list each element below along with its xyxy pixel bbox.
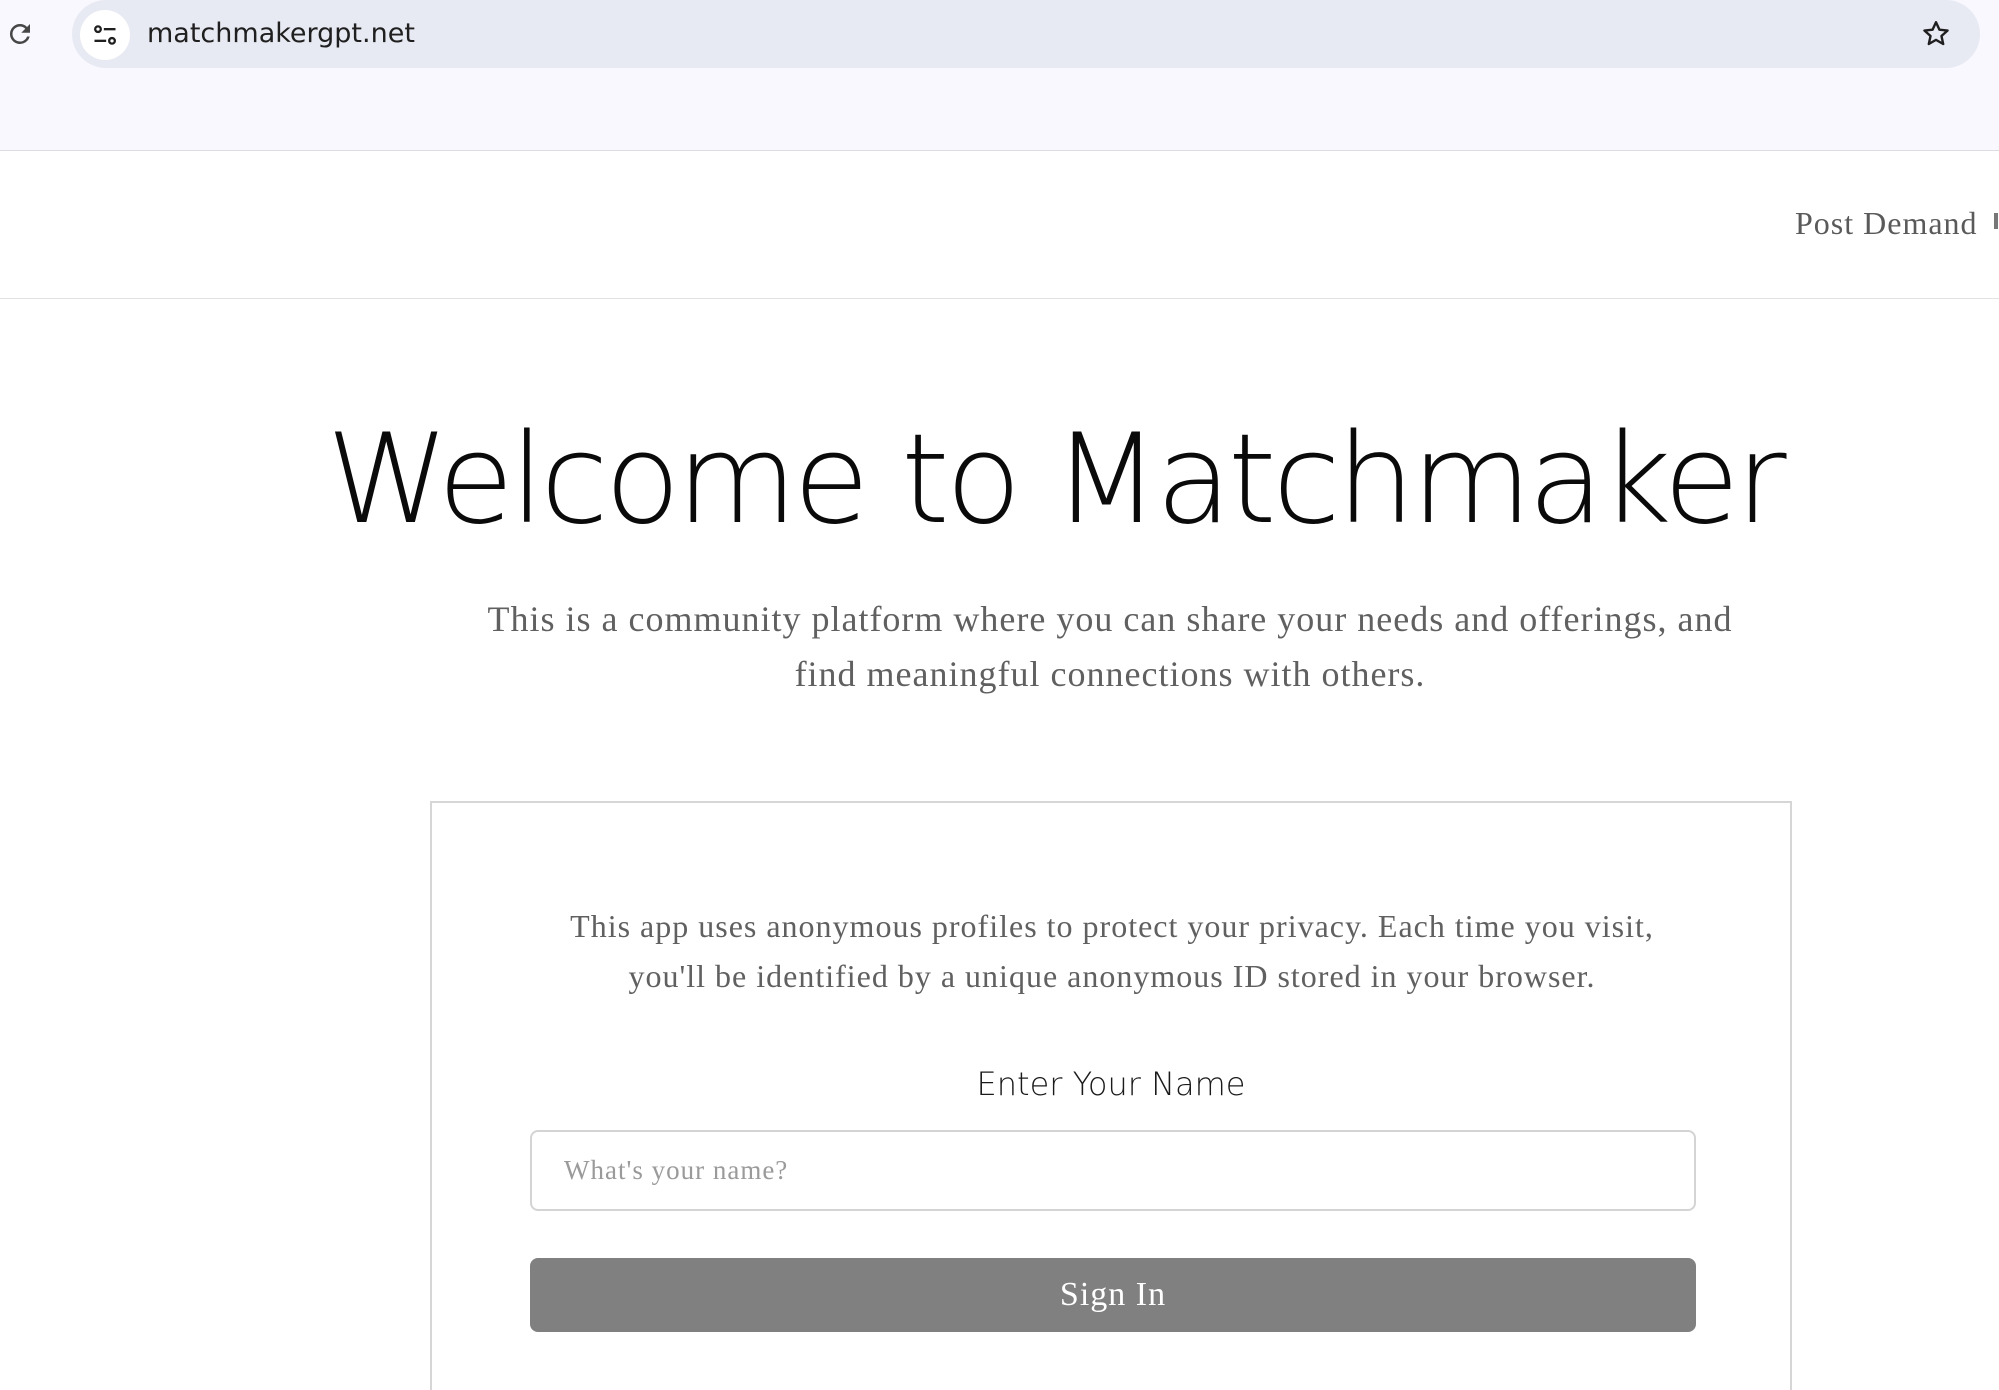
sign-in-button[interactable]: Sign In (530, 1258, 1696, 1332)
page-title: Welcome to Matchmaker (326, 408, 1786, 552)
star-icon (1923, 21, 1949, 46)
nav-post-demand[interactable]: Post Demand (1795, 205, 1978, 242)
page-subtitle: This is a community platform where you c… (487, 599, 1733, 694)
privacy-note: This app uses anonymous profiles to prot… (570, 908, 1654, 994)
name-input[interactable] (530, 1130, 1696, 1211)
url-text[interactable]: matchmakergpt.net (147, 15, 415, 53)
nav-overflow-edge (1994, 213, 1998, 229)
browser-toolbar: matchmakergpt.net (0, 0, 1999, 151)
site-header: Post Demand (0, 151, 1999, 299)
site-info-button[interactable] (80, 10, 130, 60)
reload-button[interactable] (2, 16, 38, 52)
page: matchmakergpt.net Post Demand Welcome to… (0, 0, 1999, 1390)
address-bar[interactable]: matchmakergpt.net (72, 0, 1980, 68)
name-label: Enter Your Name (976, 1065, 1246, 1103)
signin-card: This app uses anonymous profiles to prot… (430, 801, 1792, 1390)
bookmark-button[interactable] (1916, 14, 1956, 54)
reload-icon (9, 23, 31, 44)
tune-icon (94, 25, 116, 45)
